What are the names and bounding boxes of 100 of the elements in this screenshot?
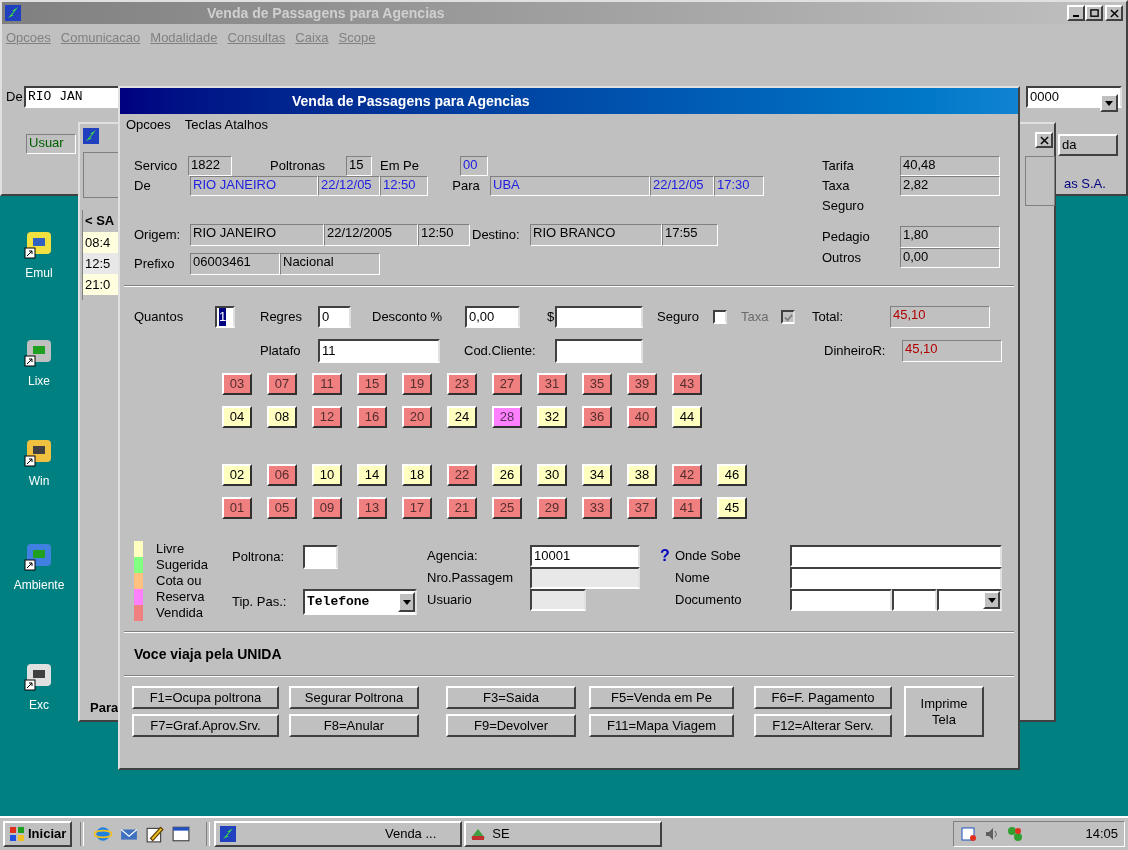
input-field[interactable]: 0 — [318, 306, 351, 328]
function-button[interactable]: F11=Mapa Viagem — [589, 714, 734, 737]
seat-button[interactable]: 26 — [492, 464, 522, 486]
desktop-icon-label[interactable]: Lixe — [28, 372, 50, 390]
seat-button[interactable]: 04 — [222, 406, 252, 428]
seat-button[interactable]: 13 — [357, 497, 387, 519]
close-button[interactable] — [1035, 132, 1053, 148]
input-field[interactable] — [530, 589, 586, 611]
input-field[interactable]: 10001 — [530, 545, 640, 567]
seat-button[interactable]: 46 — [717, 464, 747, 486]
seat-button[interactable]: 38 — [627, 464, 657, 486]
function-button[interactable]: Segurar Poltrona — [289, 686, 419, 709]
seat-button[interactable]: 07 — [267, 373, 297, 395]
seat-button[interactable]: 19 — [402, 373, 432, 395]
display-field: 15 — [346, 156, 372, 176]
maximize-button[interactable] — [1085, 5, 1103, 21]
display-field: 45,10 — [890, 306, 990, 328]
input-field[interactable] — [790, 567, 1002, 589]
checkbox[interactable] — [713, 310, 727, 324]
seat-button[interactable]: 43 — [672, 373, 702, 395]
taskbar-button[interactable]: SE — [464, 821, 663, 847]
seat-button[interactable]: 01 — [222, 497, 252, 519]
seat-button[interactable]: 41 — [672, 497, 702, 519]
input-field[interactable] — [303, 545, 338, 569]
taskbar-button[interactable]: Venda ... — [214, 821, 463, 847]
seat-button[interactable]: 28 — [492, 406, 522, 428]
desktop-icon[interactable] — [172, 825, 191, 843]
seat-button[interactable]: 40 — [627, 406, 657, 428]
desktop-icon-label[interactable]: Ambiente — [13, 576, 65, 594]
user-field: Usuar — [26, 134, 76, 154]
seat-button[interactable]: 25 — [492, 497, 522, 519]
seat-button[interactable]: 20 — [402, 406, 432, 428]
input-field[interactable] — [790, 545, 1002, 567]
input-field[interactable] — [555, 306, 643, 328]
pencil-icon[interactable] — [146, 825, 165, 843]
seat-button[interactable]: 23 — [447, 373, 477, 395]
seat-button[interactable]: 06 — [267, 464, 297, 486]
seat-button[interactable]: 39 — [627, 373, 657, 395]
seat-button[interactable]: 22 — [447, 464, 477, 486]
seat-button[interactable]: 16 — [357, 406, 387, 428]
field-label: Desconto % — [372, 309, 444, 325]
menu-item[interactable]: Opcoes — [126, 115, 171, 135]
minimize-button[interactable] — [1067, 5, 1085, 21]
function-button[interactable]: F8=Anular — [289, 714, 419, 737]
desktop-icon-label[interactable]: Emul — [25, 264, 53, 282]
seat-button[interactable]: 05 — [267, 497, 297, 519]
input-field[interactable] — [790, 589, 892, 611]
seat-button[interactable]: 14 — [357, 464, 387, 486]
seat-button[interactable]: 08 — [267, 406, 297, 428]
seat-button[interactable]: 02 — [222, 464, 252, 486]
seat-button[interactable]: 29 — [537, 497, 567, 519]
input-field[interactable] — [892, 589, 937, 611]
seat-button[interactable]: 45 — [717, 497, 747, 519]
action-button[interactable]: da — [1058, 134, 1118, 156]
start-button[interactable]: Iniciar — [3, 821, 73, 847]
function-button[interactable]: F6=F. Pagamento — [754, 686, 892, 709]
seat-button[interactable]: 15 — [357, 373, 387, 395]
seat-button[interactable]: 32 — [537, 406, 567, 428]
scheduler-icon[interactable] — [960, 826, 978, 842]
seat-button[interactable]: 12 — [312, 406, 342, 428]
seat-button[interactable]: 36 — [582, 406, 612, 428]
network-icon[interactable] — [1006, 826, 1024, 842]
speaker-icon[interactable] — [984, 826, 1000, 842]
seat-button[interactable]: 11 — [312, 373, 342, 395]
seat-button[interactable]: 34 — [582, 464, 612, 486]
function-button[interactable]: F7=Graf.Aprov.Srv. — [132, 714, 279, 737]
function-button[interactable]: F12=Alterar Serv. — [754, 714, 892, 737]
function-button[interactable]: F5=Venda em Pe — [589, 686, 734, 709]
seat-button[interactable]: 27 — [492, 373, 522, 395]
dropdown[interactable]: Telefone — [303, 589, 417, 615]
menu-item[interactable]: Teclas Atalhos — [184, 115, 268, 135]
desktop-icon-label[interactable]: Exc — [29, 696, 49, 714]
seat-button[interactable]: 37 — [627, 497, 657, 519]
dropdown-button[interactable] — [1100, 94, 1118, 112]
input-field[interactable]: 0,00 — [465, 306, 520, 328]
seat-button[interactable]: 24 — [447, 406, 477, 428]
input-field[interactable] — [555, 339, 643, 363]
seat-button[interactable]: 21 — [447, 497, 477, 519]
seat-button[interactable]: 31 — [537, 373, 567, 395]
function-button[interactable]: F3=Saida — [446, 686, 576, 709]
input-field[interactable]: 1 — [215, 306, 235, 328]
seat-button[interactable]: 30 — [537, 464, 567, 486]
seat-button[interactable]: 09 — [312, 497, 342, 519]
desktop-icon-label[interactable]: Win — [28, 472, 50, 490]
function-button[interactable]: F1=Ocupa poltrona — [132, 686, 279, 709]
input-field[interactable]: 11 — [318, 339, 440, 363]
help-mark[interactable]: ? — [660, 544, 675, 568]
seat-button[interactable]: 18 — [402, 464, 432, 486]
seat-button[interactable]: 42 — [672, 464, 702, 486]
dropdown[interactable] — [937, 589, 1002, 611]
seat-button[interactable]: 03 — [222, 373, 252, 395]
close-button[interactable] — [1105, 5, 1123, 21]
seat-button[interactable]: 44 — [672, 406, 702, 428]
seat-button[interactable]: 35 — [582, 373, 612, 395]
function-button[interactable]: F9=Devolver — [446, 714, 576, 737]
seat-button[interactable]: 33 — [582, 497, 612, 519]
seat-button[interactable]: 10 — [312, 464, 342, 486]
input-field[interactable] — [530, 567, 640, 589]
print-screen-button[interactable]: Imprime Tela — [904, 686, 984, 737]
seat-button[interactable]: 17 — [402, 497, 432, 519]
